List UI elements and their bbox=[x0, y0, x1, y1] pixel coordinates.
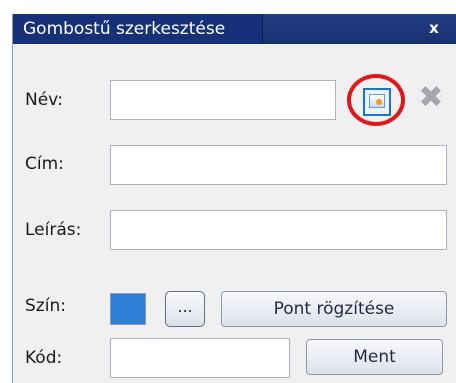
description-label: Leírás: bbox=[25, 220, 82, 240]
name-label: Név: bbox=[25, 90, 64, 110]
save-button[interactable]: Ment bbox=[306, 339, 443, 375]
delete-icon[interactable]: ✖ bbox=[415, 82, 447, 114]
title-bar: Gombostű szerkesztése x bbox=[13, 14, 456, 44]
pick-icon-button[interactable] bbox=[363, 88, 391, 116]
name-input[interactable] bbox=[110, 80, 336, 120]
description-input[interactable] bbox=[110, 210, 447, 250]
close-icon[interactable]: x bbox=[423, 17, 445, 39]
image-icon-dot bbox=[376, 99, 382, 105]
dialog-title: Gombostű szerkesztése bbox=[13, 14, 263, 44]
color-label: Szín: bbox=[25, 296, 66, 316]
color-picker-button[interactable]: ... bbox=[165, 291, 205, 327]
record-point-button[interactable]: Pont rögzítése bbox=[221, 291, 447, 327]
code-label: Kód: bbox=[25, 348, 63, 368]
title-label: Cím: bbox=[25, 154, 64, 174]
title-input[interactable] bbox=[110, 145, 447, 185]
code-input[interactable] bbox=[110, 338, 290, 378]
color-swatch[interactable] bbox=[110, 293, 146, 325]
pin-edit-dialog: Gombostű szerkesztése x Név: ✖ Cím: Leír… bbox=[12, 14, 456, 383]
image-icon bbox=[369, 94, 385, 108]
highlight-circle bbox=[347, 74, 405, 126]
